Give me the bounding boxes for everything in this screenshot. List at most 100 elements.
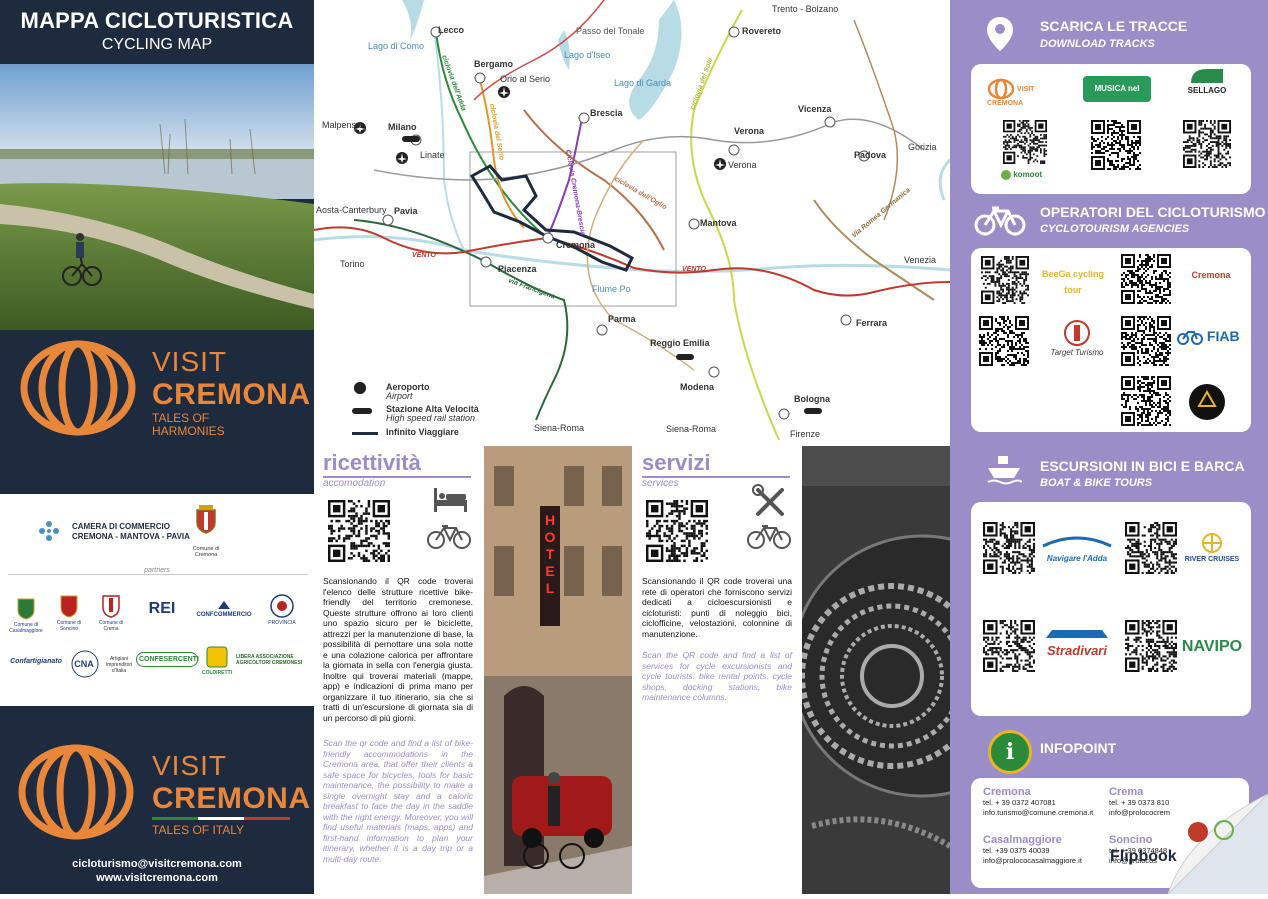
partner-name-1: Comune di Soncino: [56, 620, 82, 632]
servizi-qr-code[interactable]: [646, 500, 708, 562]
city-mantova: Mantova: [700, 218, 738, 228]
city-vicenza: Vicenza: [798, 104, 832, 114]
city-brescia: Brescia: [590, 108, 624, 118]
infopoint-cremona-email[interactable]: info.turismo@comune.cremona.it: [983, 808, 1113, 818]
tour-logo-navigare[interactable]: Navigare l'Adda: [1037, 532, 1117, 563]
download-qr-2[interactable]: [1091, 120, 1141, 170]
download-card: VISIT CREMONA MUSICA nel vento SELLAGO k…: [971, 64, 1251, 194]
tour-logo-navipo[interactable]: NAVIPO: [1179, 638, 1245, 656]
agencies-card: BeeGa cycling tour Cremona Target Turism…: [971, 248, 1251, 432]
left-panel: MAPPA CICLOTURISTICA CYCLING MAP VISIT C…: [0, 0, 314, 894]
download-logo-name-3: komoot: [1013, 170, 1043, 180]
komoot-logo[interactable]: komoot: [1001, 170, 1042, 180]
label-torino: Torino: [340, 259, 365, 269]
route-label-sole: ciclovia del Sole: [689, 57, 714, 111]
city-pavia: Pavia: [394, 206, 419, 216]
contact-email[interactable]: cicloturismo@visitcremona.com: [0, 858, 314, 870]
download-qr-3[interactable]: [1183, 120, 1231, 168]
agency-logo-fiab[interactable]: FIAB: [1177, 328, 1247, 346]
agency-qr-4[interactable]: [1121, 316, 1171, 366]
label-siena-roma: Siena-Roma: [534, 423, 584, 433]
label-verona-airport: Verona: [728, 160, 757, 170]
agencies-title: OPERATORI DEL CICLOTURISMO: [1040, 204, 1266, 220]
download-logo-name-2: SELLAGO: [1187, 86, 1227, 95]
route-label-romea: Via Romea Germanica: [851, 187, 912, 240]
partner-logo-confesercenti: CONFESERCENTI: [136, 652, 199, 667]
download-qr-1[interactable]: [1003, 120, 1047, 164]
infopoint-soncino-name: Soncino: [1109, 834, 1153, 846]
bicycle-icon: [426, 522, 472, 550]
agency-logo-circle[interactable]: [1189, 384, 1225, 420]
label-linate: Linate: [420, 150, 445, 160]
partner-name-4: CONFCOMMERCIO: [196, 612, 252, 618]
tour-qr-1[interactable]: [983, 522, 1035, 574]
agency-logo-name-3: FIAB: [1206, 328, 1240, 344]
agency-logo-name-0: BeeGa cycling tour: [1041, 269, 1105, 295]
lake-como: [402, 0, 424, 40]
label-malpensa: Malpensa: [322, 120, 361, 130]
tour-qr-2[interactable]: [1125, 522, 1177, 574]
infopoint-cremona-tel: tel. + 39 0372 407081: [983, 798, 1056, 807]
partners-label-text: partners: [140, 567, 174, 574]
infopoint-cremona: Cremona tel. + 39 0372 407081 info.turis…: [983, 786, 1113, 818]
partner-logo-artigiani: Artigiani Imprenditori d'Italia: [105, 656, 133, 674]
partner-name-6: Confartigianato: [10, 658, 62, 665]
tours-card: Navigare l'Adda RIVER CRUISES Stradivari…: [971, 502, 1251, 716]
infopoint-casalmaggiore-email[interactable]: info@prolococasalmaggiore.it: [983, 856, 1113, 866]
tour-logo-stradivari[interactable]: Stradivari: [1039, 626, 1115, 658]
page-curl-corner[interactable]: [1167, 793, 1268, 895]
brand-bottom-text: VISIT CREMONA TALES OF ITALY: [152, 750, 311, 837]
contact-website[interactable]: www.visitcremona.com: [0, 872, 314, 884]
download-logo-musica[interactable]: MUSICA nel vento: [1083, 76, 1151, 119]
agency-qr-2[interactable]: [1121, 254, 1171, 304]
tour-qr-3[interactable]: [983, 620, 1035, 672]
download-logo-sellago[interactable]: SELLAGO: [1181, 68, 1233, 95]
partner-logo-rei: REI: [136, 600, 188, 618]
map-legend: Aeroporto Airport Stazione Alta Velocità…: [352, 382, 480, 437]
agency-logo-beega[interactable]: BeeGa cycling tour: [1035, 264, 1111, 296]
hotel-neon-sign: HOTEL: [544, 512, 556, 596]
agency-logo-cremona[interactable]: Cremona: [1181, 270, 1241, 280]
city-padova: Padova: [854, 150, 887, 160]
agency-qr-5[interactable]: [1121, 376, 1171, 426]
brand-visit: VISIT: [152, 346, 228, 377]
label-lago-iseo: Lago d'Iseo: [564, 50, 610, 60]
ricettivita-subtitle: accomodation: [323, 478, 386, 489]
chamber-line1: CAMERA DI COMMERCIO: [72, 522, 170, 531]
ricettivita-title: ricettività: [323, 450, 421, 475]
agency-logo-name-1: Cremona: [1191, 270, 1231, 280]
legend-airport-sub: Airport: [385, 391, 413, 401]
partners-panel: CAMERA DI COMMERCIO CREMONA - MANTOVA - …: [0, 494, 314, 706]
infopoint-title: INFOPOINT: [1040, 740, 1117, 756]
servizi-text-it: Scansionando il QR code troverai una ret…: [642, 576, 792, 639]
city-ferrara: Ferrara: [856, 318, 888, 328]
agency-logo-target[interactable]: Target Turismo: [1041, 320, 1113, 357]
partner-logo-provincia: PROVINCIA: [262, 594, 302, 626]
label-firenze: Firenze: [790, 429, 820, 439]
partner-name-7: CNA: [74, 659, 94, 669]
partner-name-3: REI: [148, 600, 176, 617]
city-cremona: Cremona: [556, 240, 596, 250]
agency-qr-3[interactable]: [979, 316, 1029, 366]
infopoint-casalmaggiore: Casalmaggiore tel. +39 0375 40039 info@p…: [983, 834, 1113, 866]
tour-logo-river-cruises[interactable]: RIVER CRUISES: [1179, 532, 1245, 563]
servizi-panel: servizi services Scansionando il QR code…: [632, 446, 802, 894]
bike-gear-photo: [802, 446, 950, 894]
partner-name-0: Comune di Casalmaggiore: [9, 622, 43, 634]
ricettivita-qr-code[interactable]: [328, 500, 390, 562]
partners-label: partners: [0, 567, 314, 574]
ricettivita-text-en: Scan the qr code and find a list of bike…: [323, 738, 473, 864]
brand-bottom-tag: TALES OF ITALY: [152, 823, 245, 837]
legend-rail-sub: High speed rail station: [386, 413, 475, 423]
tours-subtitle: BOAT & BIKE TOURS: [1040, 477, 1153, 489]
brand-cremona: CREMONA: [152, 378, 311, 411]
servizi-title: servizi: [642, 450, 711, 475]
tour-qr-4[interactable]: [1125, 620, 1177, 672]
italian-flag-bar: [152, 817, 290, 820]
download-logo-visitcremona[interactable]: VISIT CREMONA: [987, 78, 1067, 107]
city-bergamo: Bergamo: [474, 59, 514, 69]
comune-crest-icon: [195, 504, 217, 534]
infopoint-casalmaggiore-name: Casalmaggiore: [983, 834, 1062, 846]
agency-qr-1[interactable]: [981, 256, 1029, 304]
cover-title: MAPPA CICLOTURISTICA: [20, 8, 294, 33]
